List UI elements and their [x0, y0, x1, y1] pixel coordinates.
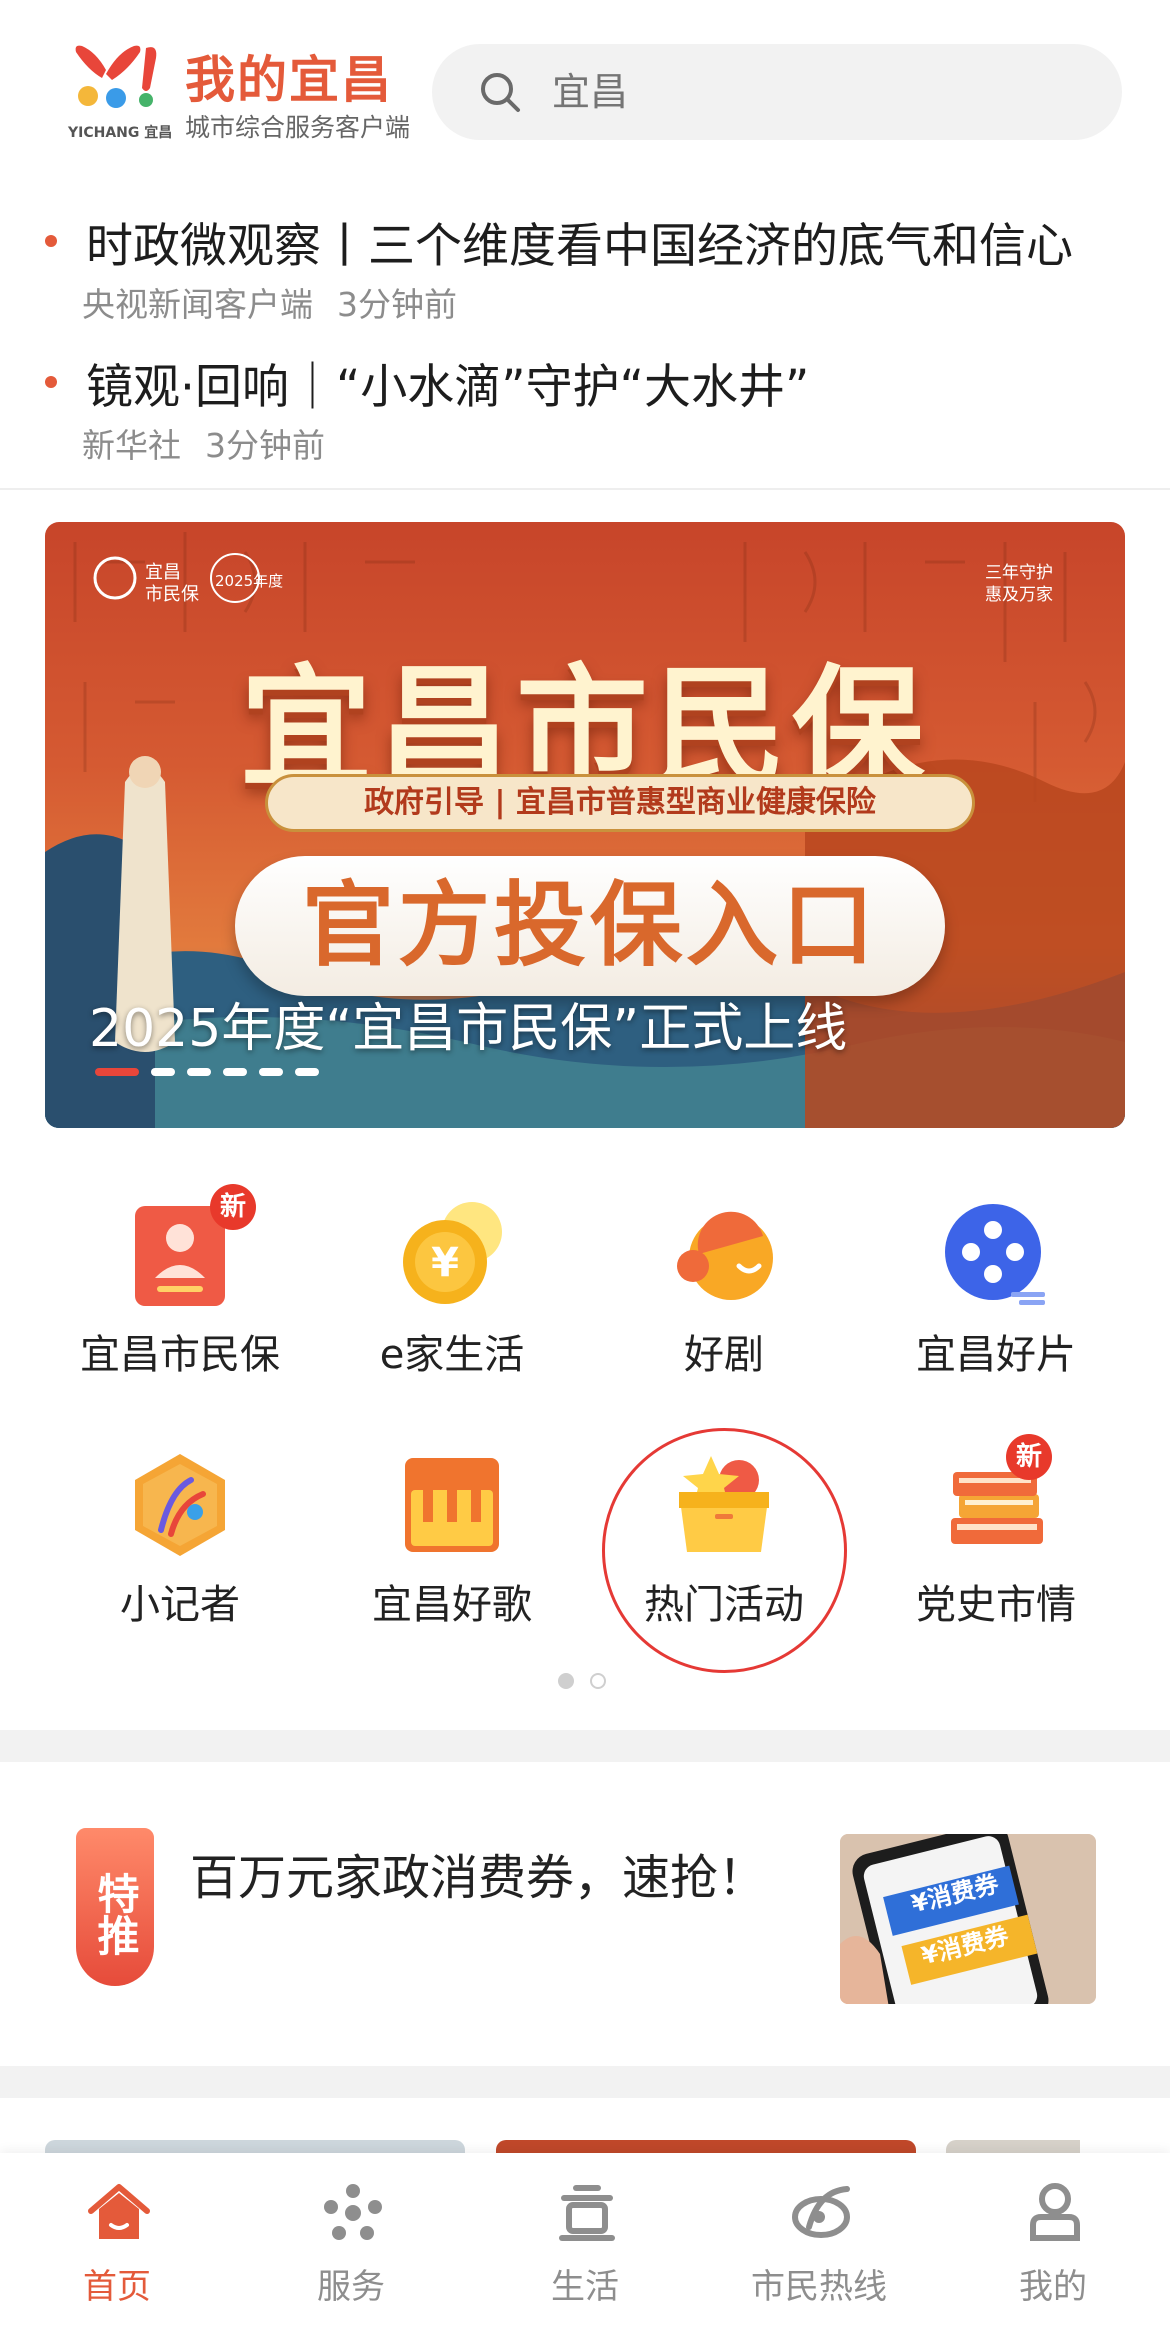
news-time: 3分钟前 — [205, 426, 325, 465]
hotline-icon — [792, 2186, 850, 2238]
logo-text: YICHANG 宜昌 — [68, 125, 173, 141]
news-source: 新华社 — [82, 426, 181, 465]
page-dot-active — [558, 1673, 574, 1689]
highlight-circle — [602, 1428, 847, 1673]
profile-icon — [1030, 2183, 1080, 2241]
tab-label: 市民热线 — [751, 2267, 887, 2307]
svg-text:¥: ¥ — [431, 1240, 459, 1286]
section-separator — [0, 1730, 1170, 1762]
app-header: YICHANG 宜昌 我的宜昌 城市综合服务客户端 — [0, 0, 1170, 185]
tab-home[interactable]: 首页 — [0, 2181, 234, 2311]
tab-label: 首页 — [83, 2267, 151, 2307]
service-item-film[interactable]: 宜昌好片 — [856, 1190, 1126, 1390]
badge-new: 新 — [1006, 1434, 1052, 1480]
service-label: 小记者 — [120, 1582, 240, 1628]
coin-icon: ¥ — [403, 1202, 502, 1304]
news-meta: 新华社 3分钟前 — [82, 419, 325, 467]
news-meta: 央视新闻客户端 3分钟前 — [82, 278, 457, 326]
piano-keys-icon — [405, 1458, 499, 1552]
service-item-song[interactable]: 宜昌好歌 — [312, 1440, 582, 1640]
news-item[interactable]: 时政微观察丨三个维度看中国经济的底气和信心 央视新闻客户端 3分钟前 — [0, 195, 1170, 335]
insure-entry-button[interactable]: 官方投保入口 — [235, 856, 945, 996]
banner-dot — [223, 1068, 247, 1076]
service-icon — [324, 2184, 382, 2240]
news-source: 央视新闻客户端 — [82, 285, 313, 324]
banner-corner-text: 三年守护 惠及万家 — [985, 563, 1053, 605]
news-title[interactable]: 镜观·回响｜“小水滴”守护“大水井” — [86, 348, 809, 417]
tab-mine[interactable]: 我的 — [936, 2181, 1170, 2311]
service-label: 宜昌市民保 — [80, 1332, 280, 1378]
banner-caption: 2025年度“宜昌市民保”正式上线 — [89, 999, 848, 1059]
tab-services[interactable]: 服务 — [234, 2181, 468, 2311]
brand-title: 我的宜昌 — [185, 51, 393, 109]
bullet-dot — [45, 235, 57, 247]
banner-year-badge: 2025年度 — [215, 572, 284, 590]
banner-dot — [151, 1068, 175, 1076]
services-pagination — [558, 1673, 622, 1693]
section-separator — [0, 2066, 1170, 2098]
life-icon — [559, 2185, 615, 2241]
banner-dot — [295, 1068, 319, 1076]
promo-text[interactable]: 百万元家政消费券，速抢！ — [190, 1838, 766, 1908]
service-item-reporter[interactable]: 小记者 — [40, 1440, 310, 1640]
service-item-ehome[interactable]: ¥ e家生活 — [312, 1190, 582, 1390]
service-item-insurance[interactable]: 新 宜昌市民保 — [40, 1184, 310, 1390]
promo-banner[interactable]: 宜昌 市民保 2025年度 三年守护 惠及万家 宜昌市民保 政府引导 | 宜昌市… — [45, 522, 1125, 1128]
badge-new: 新 — [210, 1184, 256, 1230]
tab-label: 服务 — [317, 2267, 385, 2307]
divider — [0, 488, 1170, 490]
banner-subtitle: 政府引导 | 宜昌市普惠型商业健康保险 — [265, 774, 975, 832]
tab-life[interactable]: 生活 — [468, 2181, 702, 2311]
reporter-hexagon-icon — [135, 1454, 225, 1556]
search-bar[interactable] — [432, 44, 1122, 140]
search-icon — [481, 73, 520, 112]
smile-face-icon — [677, 1211, 773, 1300]
news-item[interactable]: 镜观·回响｜“小水滴”守护“大水井” 新华社 3分钟前 — [0, 336, 1170, 476]
bottom-tab-bar: 首页 服务 生活 市民热线 我的 — [0, 2153, 1170, 2331]
tab-hotline[interactable]: 市民热线 — [702, 2181, 936, 2311]
banner-logo-text: 宜昌 市民保 — [145, 562, 199, 605]
news-title[interactable]: 时政微观察丨三个维度看中国经济的底气和信心 — [86, 207, 1073, 276]
bullet-dot — [45, 376, 57, 388]
service-label: 党史市情 — [916, 1582, 1076, 1628]
banner-dot — [187, 1068, 211, 1076]
service-label: 宜昌好片 — [916, 1332, 1076, 1378]
promo-image: ¥消费券 ¥消费券 — [840, 1834, 1096, 2004]
tab-label: 生活 — [551, 2267, 619, 2307]
home-icon — [88, 2184, 150, 2239]
promo-card[interactable]: 特推 百万元家政消费券，速抢！ ¥消费券 ¥消费券 — [0, 1762, 1170, 2066]
brand-subtitle: 城市综合服务客户端 — [185, 113, 411, 142]
service-label: 宜昌好歌 — [372, 1582, 532, 1628]
tab-label: 我的 — [1019, 2267, 1087, 2307]
service-label: 好剧 — [684, 1332, 764, 1378]
service-item-drama[interactable]: 好剧 — [584, 1190, 854, 1390]
news-time: 3分钟前 — [337, 285, 457, 324]
search-input[interactable] — [552, 44, 1072, 140]
film-reel-icon — [945, 1204, 1045, 1305]
service-label: e家生活 — [379, 1332, 525, 1378]
service-item-history[interactable]: 新 党史市情 — [856, 1434, 1126, 1640]
page-dot — [590, 1673, 606, 1689]
banner-dot — [259, 1068, 283, 1076]
promo-tag: 特推 — [76, 1828, 154, 1986]
banner-dot-active — [95, 1068, 139, 1076]
